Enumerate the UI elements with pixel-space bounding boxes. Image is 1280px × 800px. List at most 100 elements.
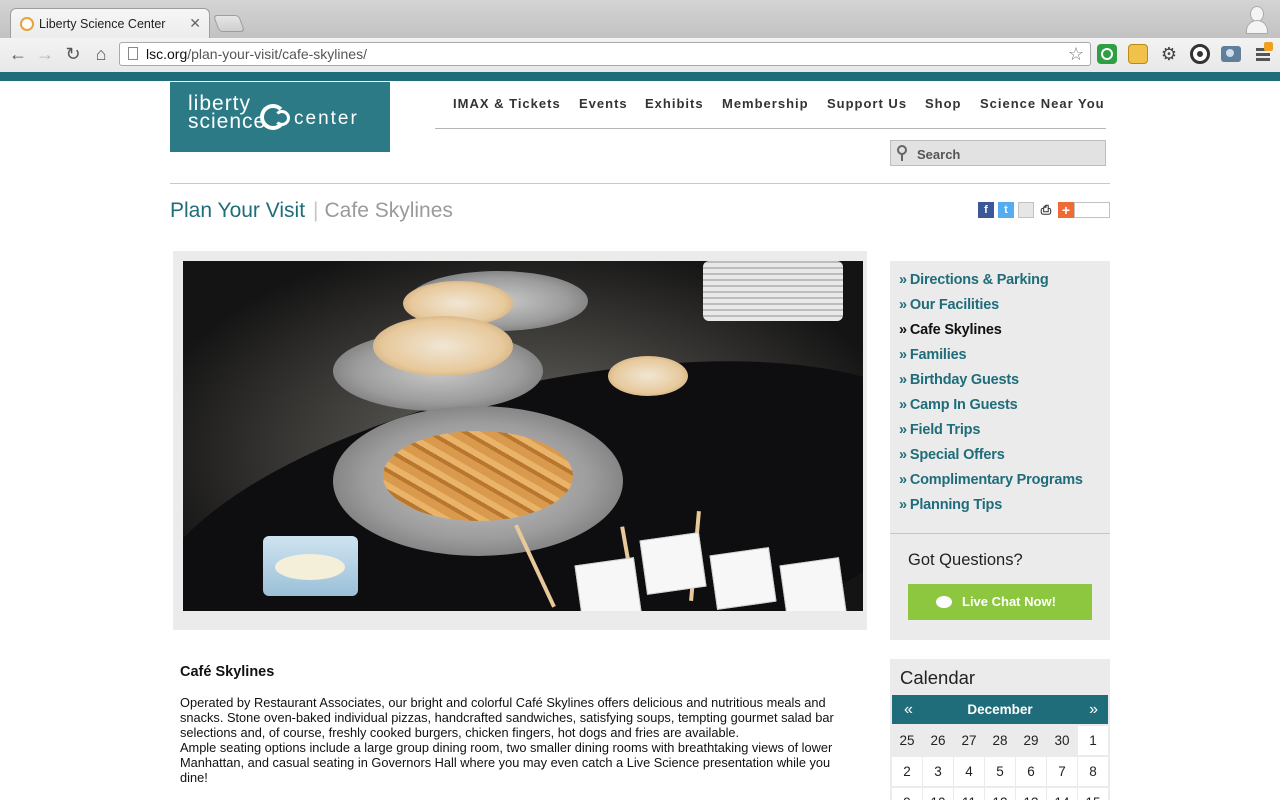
photo-sauce-dish	[263, 536, 358, 596]
menu-line	[1256, 58, 1270, 61]
sidebar-item-label: Birthday Guests	[909, 372, 1019, 388]
address-bar[interactable]: lsc.org/plan-your-visit/cafe-skylines/ ☆	[119, 42, 1091, 66]
bookmark-star-icon[interactable]: ☆	[1068, 44, 1084, 65]
extension-circle-icon[interactable]	[1190, 44, 1210, 64]
search-icon[interactable]	[897, 145, 911, 161]
calendar-day[interactable]: 6	[1016, 757, 1046, 786]
extension-camera-icon[interactable]	[1221, 46, 1241, 62]
back-arrow-icon[interactable]: ←	[6, 42, 30, 66]
nav-membership[interactable]: Membership	[722, 96, 809, 111]
calendar-next-month[interactable]: »	[1089, 701, 1098, 719]
calendar-day[interactable]: 14	[1047, 788, 1077, 800]
calendar-day[interactable]: 13	[1016, 788, 1046, 800]
photo-takeout-box	[639, 532, 707, 595]
sidebar-item-label: Complimentary Programs	[909, 472, 1083, 488]
breadcrumb-plan-your-visit[interactable]: Plan Your Visit	[170, 199, 305, 222]
twitter-icon[interactable]: t	[998, 202, 1014, 218]
calendar-day[interactable]: 29	[1016, 726, 1046, 755]
nav-exhibits[interactable]: Exhibits	[645, 96, 704, 111]
sidebar-item-families[interactable]: » Families	[899, 347, 1083, 372]
calendar-title: Calendar	[900, 667, 976, 688]
calendar-day[interactable]: 4	[954, 757, 984, 786]
site-top-bar	[0, 72, 1280, 81]
raquo-icon: »	[899, 447, 907, 463]
cafe-food-photo	[183, 261, 863, 611]
nav-imax-tickets[interactable]: IMAX & Tickets	[453, 96, 561, 111]
sidebar-item-camp-in-guests[interactable]: » Camp In Guests	[899, 397, 1083, 422]
calendar-day[interactable]: 5	[985, 757, 1015, 786]
calendar-week: 2 3 4 5 6 7 8	[892, 757, 1108, 788]
browser-menu-icon[interactable]	[1254, 42, 1274, 64]
article-paragraph: Operated by Restaurant Associates, our b…	[180, 695, 834, 740]
sidebar-item-birthday-guests[interactable]: » Birthday Guests	[899, 372, 1083, 397]
extension-folder-icon[interactable]	[1128, 44, 1148, 64]
page-icon	[128, 47, 138, 60]
calendar-header: « December »	[892, 695, 1108, 724]
share-more-icon[interactable]: +	[1058, 202, 1074, 218]
print-icon[interactable]: ⎙	[1038, 202, 1054, 218]
update-badge-icon	[1264, 42, 1273, 51]
calendar-day[interactable]: 10	[923, 788, 953, 800]
extension-gear-icon[interactable]: ⚙	[1159, 44, 1179, 64]
calendar-day[interactable]: 25	[892, 726, 922, 755]
close-tab-icon[interactable]: ✕	[189, 15, 201, 32]
calendar-day[interactable]: 2	[892, 757, 922, 786]
photo-takeout-box	[709, 547, 777, 610]
raquo-icon: »	[899, 497, 907, 513]
extension-green-icon[interactable]	[1097, 44, 1117, 64]
menu-line	[1256, 53, 1270, 56]
calendar-day[interactable]: 7	[1047, 757, 1077, 786]
photo-steamer	[608, 356, 688, 396]
photo-takeout-box	[574, 557, 642, 611]
calendar-day[interactable]: 3	[923, 757, 953, 786]
url-text[interactable]: lsc.org/plan-your-visit/cafe-skylines/	[146, 46, 367, 62]
calendar-day[interactable]: 30	[1047, 726, 1077, 755]
url-path: /plan-your-visit/cafe-skylines/	[187, 46, 367, 62]
calendar-day[interactable]: 15	[1078, 788, 1108, 800]
calendar-day[interactable]: 8	[1078, 757, 1108, 786]
article-body: Operated by Restaurant Associates, our b…	[180, 695, 860, 785]
sidebar-item-cafe-skylines[interactable]: » Cafe Skylines	[899, 322, 1083, 347]
calendar-day[interactable]: 12	[985, 788, 1015, 800]
calendar-day[interactable]: 26	[923, 726, 953, 755]
nav-events[interactable]: Events	[579, 96, 628, 111]
raquo-icon: »	[899, 347, 907, 363]
calendar-day[interactable]: 11	[954, 788, 984, 800]
facebook-icon[interactable]: f	[978, 202, 994, 218]
sidebar-item-planning-tips[interactable]: » Planning Tips	[899, 497, 1083, 522]
calendar-week: 25 26 27 28 29 30 1	[892, 726, 1108, 757]
browser-toolbar: ← → ↻ ⌂ lsc.org/plan-your-visit/cafe-sky…	[0, 38, 1280, 73]
calendar-day[interactable]: 1	[1078, 726, 1108, 755]
raquo-icon: »	[899, 472, 907, 488]
header-divider	[170, 183, 1110, 184]
email-icon[interactable]	[1018, 202, 1034, 218]
reload-icon[interactable]: ↻	[61, 42, 85, 66]
calendar-day[interactable]: 9	[892, 788, 922, 800]
search-input[interactable]	[915, 143, 1099, 165]
breadcrumb-separator: |	[313, 199, 319, 222]
hero-image-frame	[173, 251, 867, 630]
forward-arrow-icon[interactable]: →	[33, 42, 57, 66]
browser-tabstrip: Liberty Science Center ✕	[0, 0, 1280, 38]
nav-science-near-you[interactable]: Science Near You	[980, 96, 1105, 111]
nav-support-us[interactable]: Support Us	[827, 96, 907, 111]
home-icon[interactable]: ⌂	[89, 42, 113, 66]
nav-shop[interactable]: Shop	[925, 96, 962, 111]
sidebar-item-label: Cafe Skylines	[909, 322, 1002, 338]
sidebar-item-complimentary-programs[interactable]: » Complimentary Programs	[899, 472, 1083, 497]
sidebar-item-label: Planning Tips	[909, 497, 1003, 513]
calendar-day[interactable]: 28	[985, 726, 1015, 755]
profile-avatar-icon[interactable]	[1246, 4, 1268, 34]
browser-tab[interactable]: Liberty Science Center ✕	[10, 8, 210, 38]
article-paragraph: Ample seating options include a large gr…	[180, 740, 833, 785]
new-tab-button[interactable]	[212, 15, 246, 32]
calendar-day[interactable]: 27	[954, 726, 984, 755]
sidebar-item-directions-parking[interactable]: » Directions & Parking	[899, 272, 1083, 297]
sidebar-item-field-trips[interactable]: » Field Trips	[899, 422, 1083, 447]
search-icon-stem	[901, 154, 903, 161]
sidebar-item-our-facilities[interactable]: » Our Facilities	[899, 297, 1083, 322]
live-chat-button[interactable]: Live Chat Now!	[908, 584, 1092, 620]
raquo-icon: »	[899, 397, 907, 413]
liberty-science-center-logo[interactable]: liberty science center	[170, 82, 390, 152]
sidebar-item-special-offers[interactable]: » Special Offers	[899, 447, 1083, 472]
